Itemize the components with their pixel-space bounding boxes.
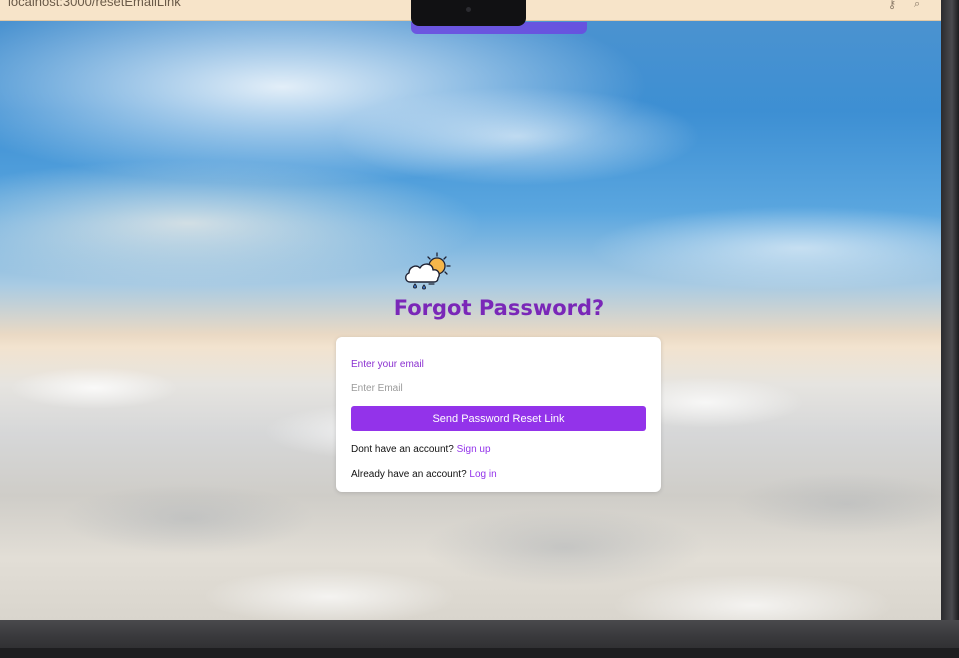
laptop-base <box>0 620 959 658</box>
camera-notch <box>411 0 526 26</box>
key-icon[interactable]: ⚷ <box>888 0 896 11</box>
signup-link[interactable]: Sign up <box>457 444 491 455</box>
laptop-bezel-right <box>941 0 959 632</box>
signup-prompt: Dont have an account? <box>351 444 457 455</box>
login-row: Already have an account? Log in <box>351 469 497 480</box>
email-field[interactable] <box>351 379 646 397</box>
forgot-password-card: Enter your email Send Password Reset Lin… <box>336 337 661 492</box>
login-link[interactable]: Log in <box>469 469 496 480</box>
screen: localhost:3000/resetEmailLink ⚷ ⌕ Forgot… <box>0 0 941 620</box>
login-prompt: Already have an account? <box>351 469 470 480</box>
weather-cloud-sun-icon <box>402 251 456 291</box>
email-label: Enter your email <box>351 359 424 370</box>
url-text[interactable]: localhost:3000/resetEmailLink <box>8 0 181 9</box>
send-reset-link-button[interactable]: Send Password Reset Link <box>351 406 646 431</box>
page-title: Forgot Password? <box>393 296 605 320</box>
laptop-frame: localhost:3000/resetEmailLink ⚷ ⌕ Forgot… <box>0 0 959 658</box>
camera <box>466 7 471 12</box>
signup-row: Dont have an account? Sign up <box>351 444 491 455</box>
search-icon[interactable]: ⌕ <box>914 0 920 11</box>
